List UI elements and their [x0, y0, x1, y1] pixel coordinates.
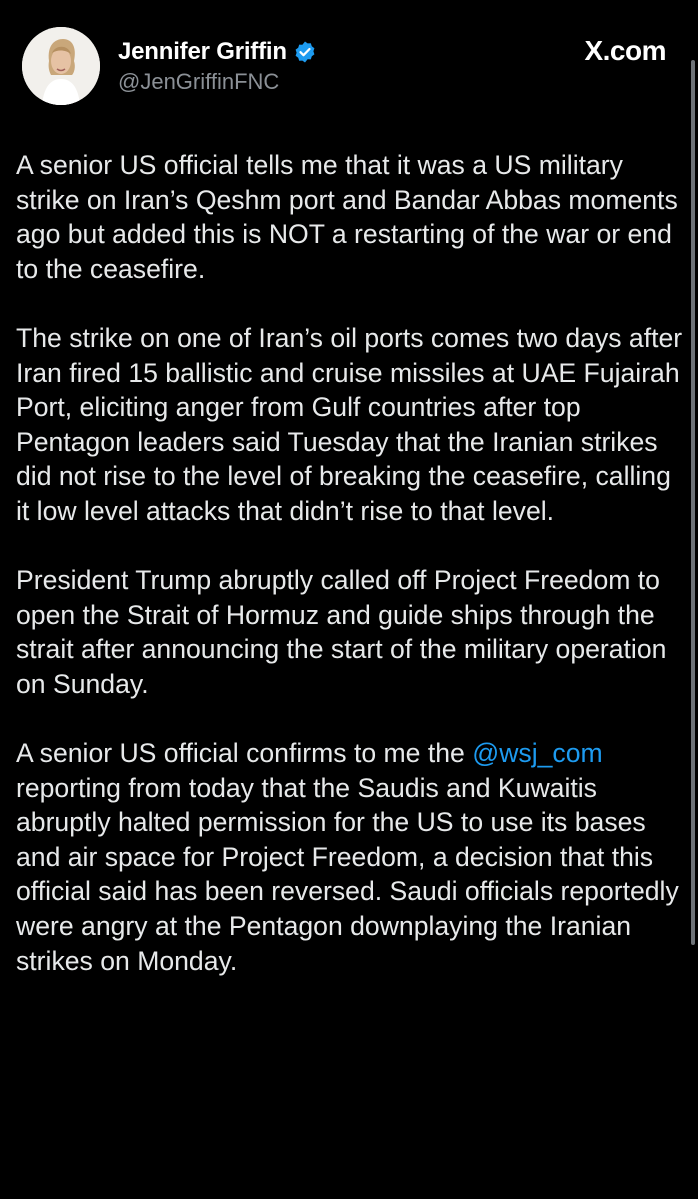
mention-link[interactable]: @wsj_com	[472, 738, 602, 768]
tweet-paragraph-2: The strike on one of Iran’s oil ports co…	[16, 322, 683, 526]
verified-badge-icon	[293, 40, 317, 64]
tweet-paragraph-4-rest: reporting from today that the Saudis and…	[16, 772, 679, 976]
tweet-header: Jennifer Griffin @JenGriffinFNC X.com	[22, 27, 682, 107]
tweet-paragraph-4-start: A senior US official confirms to me the	[16, 738, 473, 769]
profile-photo	[22, 27, 100, 105]
author-handle[interactable]: @JenGriffinFNC	[118, 69, 317, 95]
tweet-paragraph-3: President Trump abruptly called off Proj…	[16, 565, 667, 699]
scrollbar[interactable]	[691, 60, 695, 945]
author-display-name[interactable]: Jennifer Griffin	[118, 38, 287, 66]
site-watermark: X.com	[584, 35, 666, 66]
tweet-text: A senior US official tells me that it wa…	[16, 148, 686, 1013]
tweet-paragraph-4: A senior US official confirms to me the …	[16, 736, 686, 978]
avatar[interactable]	[22, 27, 100, 105]
tweet-paragraph-1: A senior US official tells me that it wa…	[16, 150, 678, 284]
